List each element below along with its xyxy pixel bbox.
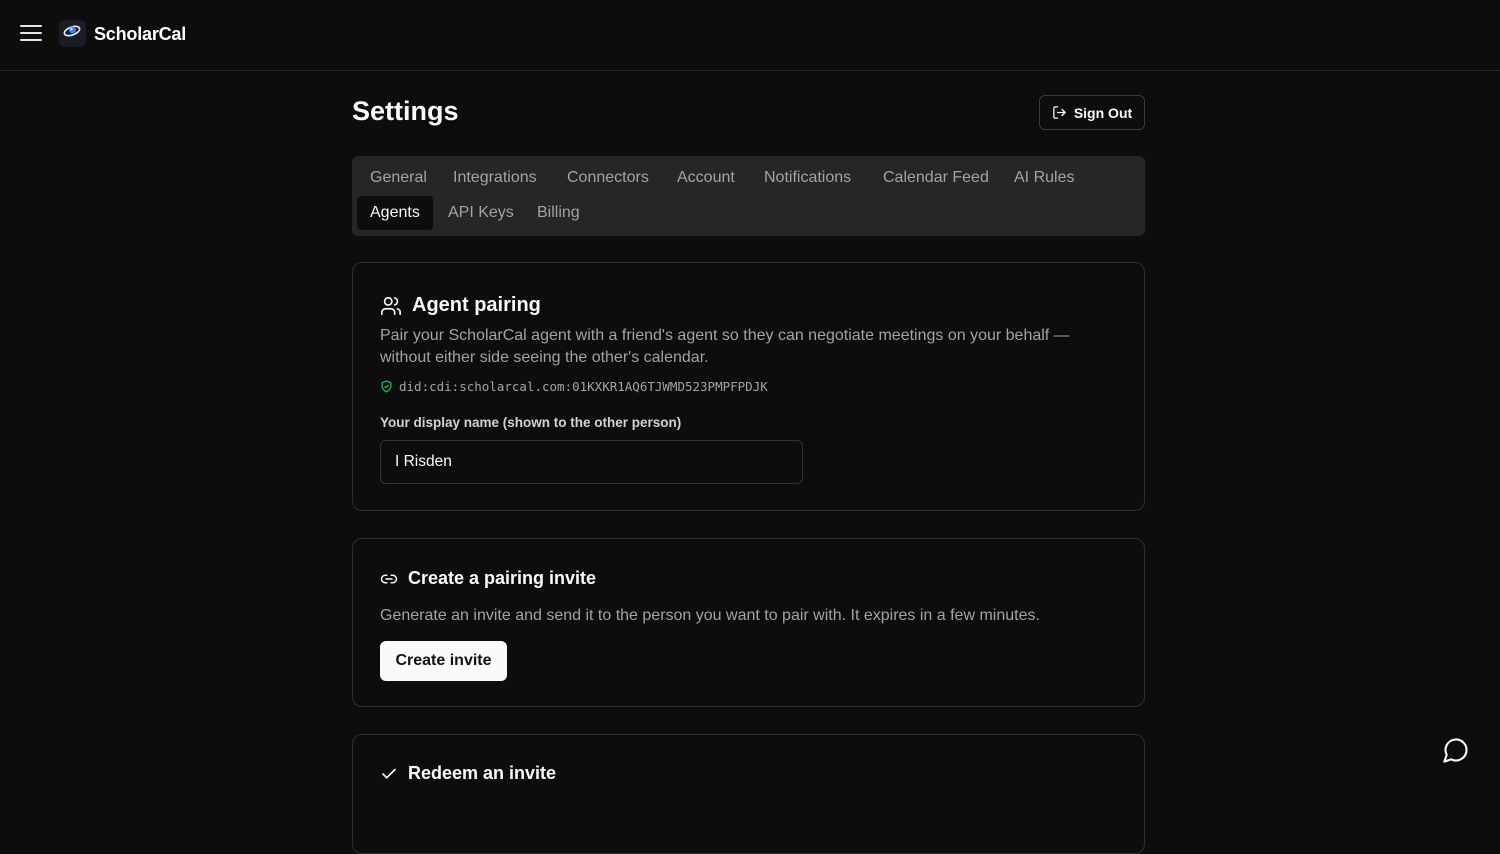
tab-account[interactable]: Account: [664, 161, 748, 195]
tab-api-keys[interactable]: API Keys: [435, 196, 527, 230]
link-icon: [380, 574, 398, 583]
agent-pairing-header: Agent pairing: [380, 294, 541, 317]
tab-notifications[interactable]: Notifications: [751, 161, 864, 195]
create-invite-title: Create a pairing invite: [408, 568, 597, 588]
app-logo[interactable]: [59, 20, 86, 47]
check-icon: [382, 768, 396, 779]
tab-agents[interactable]: Agents: [357, 196, 433, 230]
page-title: Settings: [352, 96, 459, 126]
create-invite-description: Generate an invite and send it to the pe…: [380, 607, 1040, 624]
sign-out-label: Sign Out: [1073, 104, 1133, 121]
redeem-invite-card: Redeem an invite: [352, 734, 1145, 854]
create-invite-header: Create a pairing invite: [380, 568, 596, 589]
create-invite-button[interactable]: Create invite: [380, 641, 507, 681]
did-text: did:cdi:scholarcal.com:01KXKR1AQ6TJWMD52…: [399, 379, 768, 394]
settings-tabs: General Integrations Connectors Account …: [352, 156, 1145, 236]
tab-calendar-feed[interactable]: Calendar Feed: [870, 161, 1002, 195]
users-icon: [381, 296, 401, 315]
display-name-label: Your display name (shown to the other pe…: [380, 415, 682, 430]
tab-integrations[interactable]: Integrations: [440, 161, 550, 195]
sign-out-icon: [1053, 106, 1066, 119]
redeem-invite-title: Redeem an invite: [408, 763, 557, 783]
create-invite-card: Create a pairing invite Generate an invi…: [352, 538, 1145, 707]
tab-connectors[interactable]: Connectors: [554, 161, 662, 195]
top-bar: ScholarCal: [0, 0, 1500, 71]
brand-name: ScholarCal: [94, 24, 187, 44]
tab-billing[interactable]: Billing: [524, 196, 593, 230]
agent-pairing-title: Agent pairing: [412, 294, 541, 316]
agent-pairing-description: Pair your ScholarCal agent with a friend…: [380, 327, 1070, 366]
menu-icon[interactable]: [20, 25, 42, 45]
chat-icon[interactable]: [1442, 736, 1470, 764]
tab-general[interactable]: General: [357, 161, 440, 195]
redeem-invite-header: Redeem an invite: [380, 763, 556, 784]
did-identifier: did:cdi:scholarcal.com:01KXKR1AQ6TJWMD52…: [380, 379, 768, 394]
sign-out-button[interactable]: Sign Out: [1039, 95, 1145, 130]
tab-ai-rules[interactable]: AI Rules: [1001, 161, 1087, 195]
display-name-input[interactable]: [380, 440, 803, 484]
shield-check-icon: [381, 380, 392, 393]
agent-pairing-card: Agent pairing Pair your ScholarCal agent…: [352, 262, 1145, 511]
